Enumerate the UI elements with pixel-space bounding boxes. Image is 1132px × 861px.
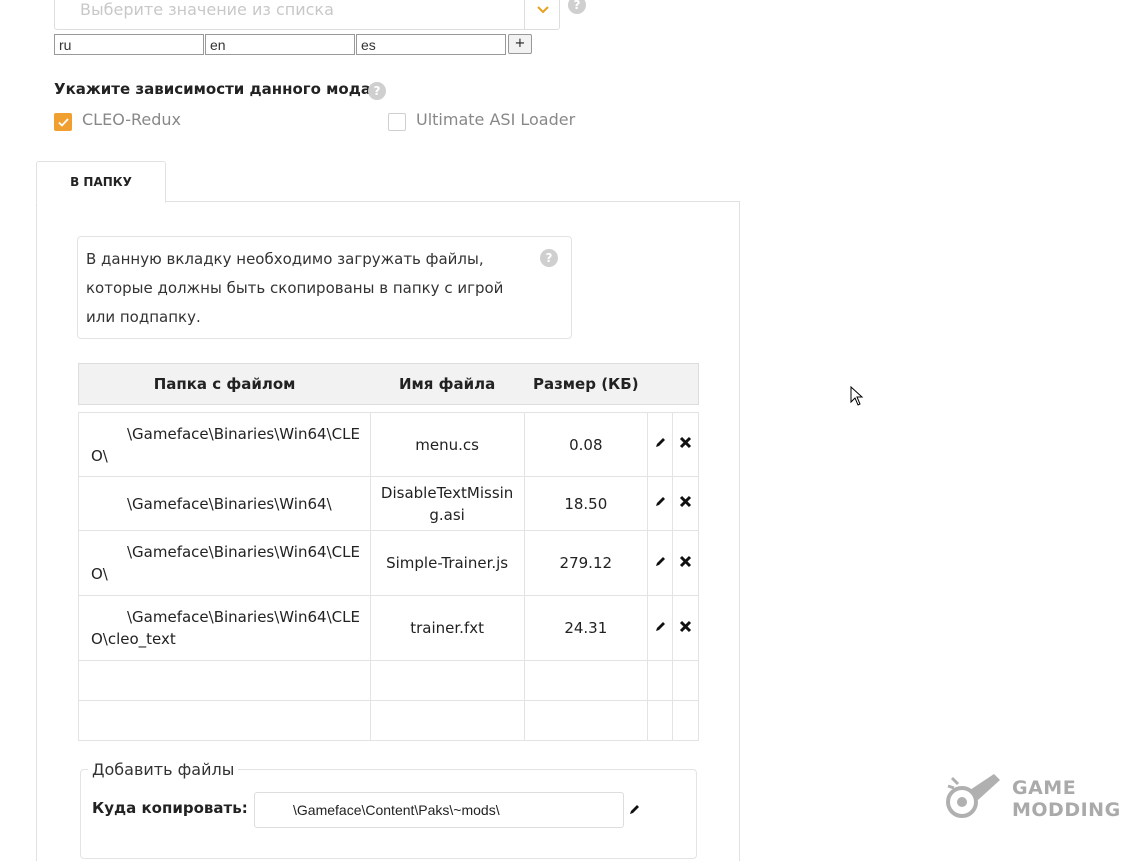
table-row: \Gameface\Binaries\Win64\CLEO\ menu.cs 0…	[78, 412, 700, 477]
column-header-blank	[647, 363, 673, 405]
checkbox-ultimate-asi-loader[interactable]	[388, 113, 406, 131]
lang-input-ru[interactable]	[54, 34, 204, 55]
lang-input-es[interactable]	[356, 34, 506, 55]
check-icon	[57, 117, 69, 127]
watermark-text: GAME MODDING	[1012, 777, 1121, 821]
watermark-line: GAME	[1012, 777, 1077, 799]
column-header-filename: Имя файла	[370, 363, 525, 405]
file-name-cell: menu.cs	[369, 412, 525, 477]
dependency-label[interactable]: Ultimate ASI Loader	[416, 110, 575, 129]
empty-row	[78, 660, 700, 701]
column-header-blank	[672, 363, 700, 405]
column-header-folder: Папка с файлом	[78, 363, 371, 405]
file-size-cell: 0.08	[523, 412, 648, 477]
edit-button[interactable]	[646, 412, 673, 477]
help-icon[interactable]: ?	[540, 249, 558, 267]
pencil-icon	[654, 437, 666, 453]
checkbox-cleo-redux[interactable]	[54, 113, 72, 131]
copy-destination-label: Куда копировать:	[92, 799, 248, 817]
delete-button[interactable]	[671, 530, 700, 596]
pencil-icon	[654, 556, 666, 572]
file-folder-cell: \Gameface\Binaries\Win64\	[78, 476, 371, 531]
info-text: В данную вкладку необходимо загружать фа…	[86, 250, 504, 326]
files-table: Папка с файлом Имя файла Размер (КБ) \Ga…	[78, 363, 700, 741]
table-row: \Gameface\Binaries\Win64\ DisableTextMis…	[78, 476, 700, 531]
help-icon[interactable]: ?	[368, 82, 386, 100]
edit-button[interactable]	[646, 595, 673, 661]
add-language-button[interactable]: +	[508, 34, 532, 54]
file-folder-cell: \Gameface\Binaries\Win64\CLEO\	[78, 412, 371, 477]
help-icon[interactable]: ?	[568, 0, 586, 14]
copy-destination-input[interactable]	[254, 792, 624, 828]
info-box: В данную вкладку необходимо загружать фа…	[77, 236, 572, 339]
chevron-down-icon[interactable]	[524, 0, 560, 30]
close-icon	[679, 620, 692, 637]
column-header-size: Размер (КБ)	[524, 363, 648, 405]
tab-v-papku[interactable]: В ПАПКУ	[36, 161, 166, 203]
file-size-cell: 279.12	[523, 530, 648, 596]
close-icon	[679, 555, 692, 572]
table-header-row: Папка с файлом Имя файла Размер (КБ)	[78, 363, 700, 405]
delete-button[interactable]	[671, 412, 700, 477]
edit-button[interactable]	[646, 530, 673, 596]
edit-button[interactable]	[646, 476, 673, 531]
close-icon	[679, 495, 692, 512]
game-modding-logo-icon	[944, 770, 1004, 826]
table-row: \Gameface\Binaries\Win64\CLEO\ Simple-Tr…	[78, 530, 700, 596]
file-size-cell: 18.50	[523, 476, 648, 531]
file-name-cell: Simple-Trainer.js	[369, 530, 525, 596]
add-files-legend: Добавить файлы	[88, 760, 239, 779]
pencil-icon	[654, 496, 666, 512]
delete-button[interactable]	[671, 595, 700, 661]
pencil-icon	[654, 621, 666, 637]
file-name-cell: DisableTextMissing.asi	[369, 476, 525, 531]
dependencies-title: Укажите зависимости данного мода	[54, 80, 371, 98]
file-folder-cell: \Gameface\Binaries\Win64\CLEO\	[78, 530, 371, 596]
file-size-cell: 24.31	[523, 595, 648, 661]
close-icon	[679, 436, 692, 453]
pencil-icon[interactable]	[628, 801, 640, 820]
dependency-label[interactable]: CLEO-Redux	[82, 110, 181, 129]
delete-button[interactable]	[671, 476, 700, 531]
table-row: \Gameface\Binaries\Win64\CLEO\cleo_text …	[78, 595, 700, 661]
file-folder-cell: \Gameface\Binaries\Win64\CLEO\cleo_text	[78, 595, 371, 661]
language-select-placeholder: Выберите значение из списка	[80, 0, 334, 19]
mouse-cursor-icon	[850, 385, 864, 406]
file-name-cell: trainer.fxt	[369, 595, 525, 661]
lang-input-en[interactable]	[205, 34, 355, 55]
empty-row	[78, 700, 700, 741]
spacer-row	[78, 404, 699, 413]
watermark-line: MODDING	[1012, 799, 1121, 821]
